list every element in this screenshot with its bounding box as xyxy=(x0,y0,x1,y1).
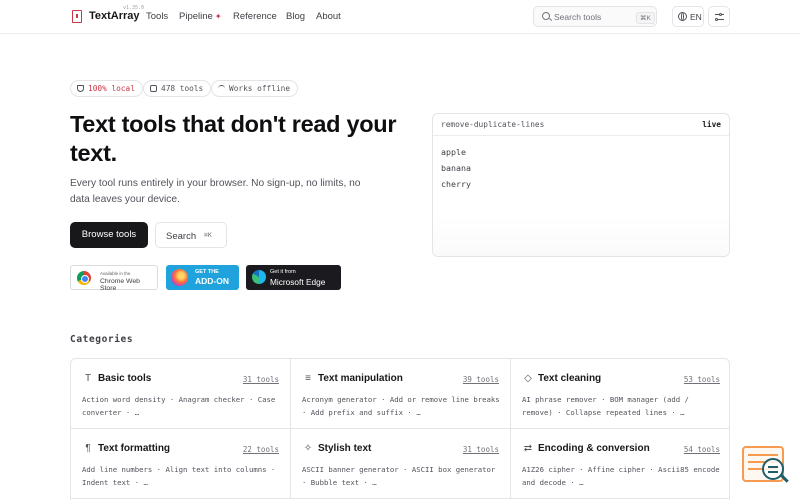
category-card-text-manipulation[interactable]: ≡ Text manipulation 39 tools Acronym gen… xyxy=(291,359,511,429)
edge-badge-main: Microsoft Edge xyxy=(270,277,326,287)
category-tools-list: AI phrase remover · BOM manager (add / r… xyxy=(522,395,689,417)
wifi-icon xyxy=(218,85,225,92)
firefox-badge-small: GET THE xyxy=(195,269,219,275)
nav-pipeline[interactable]: Pipeline ✦ xyxy=(179,11,222,22)
category-count[interactable]: 53 tools xyxy=(684,375,720,384)
category-card-text-cleaning[interactable]: ◇ Text cleaning 53 tools AI phrase remov… xyxy=(511,359,729,429)
top-header: TextArray v1.35.0 Tools Pipeline ✦ Refere… xyxy=(0,0,800,34)
category-card-encoding-conversion[interactable]: ⇄ Encoding & conversion 54 tools A1Z26 c… xyxy=(511,429,729,499)
category-tools-list: A1Z26 cipher · Affine cipher · Ascii85 e… xyxy=(522,465,720,487)
badge-offline: Works offline xyxy=(211,80,299,97)
type-icon: T xyxy=(84,373,92,384)
categories-grid: T Basic tools 31 tools Action word densi… xyxy=(70,358,730,500)
sparkles-icon: ✧ xyxy=(303,443,313,454)
category-count[interactable]: 39 tools xyxy=(463,375,499,384)
category-title: Text cleaning xyxy=(538,373,602,384)
firefox-badge-main: ADD-ON xyxy=(195,276,229,286)
category-title: Text manipulation xyxy=(318,373,403,384)
category-card-text-formatting[interactable]: ¶ Text formatting 22 tools Add line numb… xyxy=(71,429,291,499)
search-shortcut-hint: ⌘K xyxy=(636,12,655,24)
nav-pipeline-label: Pipeline xyxy=(179,11,213,22)
demo-line[interactable]: banana xyxy=(441,163,471,173)
badge-tool-count-label: 478 tools xyxy=(161,84,204,93)
pilcrow-icon: ¶ xyxy=(85,443,91,454)
category-title: Stylish text xyxy=(318,443,372,454)
shield-icon xyxy=(77,85,84,92)
category-tools-list: Add line numbers · Align text into colum… xyxy=(82,465,276,487)
layers-icon xyxy=(150,85,157,92)
nav-blog[interactable]: Blog xyxy=(286,11,305,22)
hero-search-shortcut: ⌘K xyxy=(204,231,212,239)
category-title: Basic tools xyxy=(98,373,152,384)
browse-tools-button[interactable]: Browse tools xyxy=(70,222,148,248)
textarray-logo-icon[interactable] xyxy=(72,10,82,23)
category-tools-list: Acronym generator · Add or remove line b… xyxy=(302,395,500,417)
chrome-badge-small: Available in the xyxy=(100,271,131,276)
nav-reference[interactable]: Reference xyxy=(233,11,277,22)
floating-help-widget[interactable] xyxy=(742,446,790,490)
chrome-web-store-badge[interactable]: Available in the Chrome Web Store xyxy=(70,265,158,292)
eraser-icon: ◇ xyxy=(524,373,532,384)
language-button[interactable]: EN xyxy=(672,6,704,27)
nav-about[interactable]: About xyxy=(316,11,341,22)
category-count[interactable]: 54 tools xyxy=(684,445,720,454)
nav-tools[interactable]: Tools xyxy=(146,11,168,22)
firefox-addon-badge[interactable]: GET THE ADD-ON xyxy=(166,265,239,290)
lines-icon: ≡ xyxy=(305,373,311,384)
category-count[interactable]: 22 tools xyxy=(243,445,279,454)
microsoft-edge-badge[interactable]: Get it from Microsoft Edge xyxy=(246,265,341,290)
language-label: EN xyxy=(690,12,702,22)
header-search-input[interactable]: Search tools ⌘K xyxy=(533,6,657,27)
categories-heading: Categories xyxy=(70,334,134,345)
logo-text[interactable]: TextArray xyxy=(89,10,140,22)
badge-tool-count: 478 tools xyxy=(143,80,212,97)
category-count[interactable]: 31 tools xyxy=(243,375,279,384)
demo-tool-name: remove-duplicate-lines xyxy=(441,120,545,129)
edge-badge-small: Get it from xyxy=(270,269,296,275)
category-card-stylish-text[interactable]: ✧ Stylish text 31 tools ASCII banner gen… xyxy=(291,429,511,499)
sparkle-icon: ✦ xyxy=(214,12,222,21)
category-title: Text formatting xyxy=(98,443,171,454)
chrome-badge-main: Chrome Web Store xyxy=(100,278,140,292)
live-demo-panel: remove-duplicate-lines live apple banana… xyxy=(432,113,730,257)
edge-logo-icon xyxy=(252,270,266,284)
firefox-logo-icon xyxy=(171,269,188,286)
search-icon xyxy=(542,12,550,20)
hero-title: Text tools that don't read your text. xyxy=(70,111,397,166)
version-label: v1.35.0 xyxy=(123,5,145,11)
arrows-exchange-icon: ⇄ xyxy=(523,443,533,454)
hero-subtitle: Every tool runs entirely in your browser… xyxy=(70,178,361,205)
category-count[interactable]: 31 tools xyxy=(463,445,499,454)
chrome-logo-icon xyxy=(77,271,91,285)
hero-search-label: Search xyxy=(166,231,197,242)
demo-status: live xyxy=(702,120,721,129)
settings-button[interactable] xyxy=(708,6,730,27)
category-tools-list: Action word density · Anagram checker · … xyxy=(82,395,276,417)
demo-line[interactable]: cherry xyxy=(441,179,471,189)
search-placeholder: Search tools xyxy=(554,12,602,22)
demo-line[interactable]: apple xyxy=(441,147,466,157)
category-card-basic-tools[interactable]: T Basic tools 31 tools Action word densi… xyxy=(71,359,291,429)
badge-offline-label: Works offline xyxy=(229,84,291,93)
demo-fade xyxy=(433,216,729,256)
globe-icon xyxy=(678,12,687,21)
hero-search-button[interactable]: Search ⌘K xyxy=(155,222,227,248)
category-tools-list: ASCII banner generator · ASCII box gener… xyxy=(302,465,496,487)
demo-header: remove-duplicate-lines live xyxy=(433,114,729,136)
badge-local: 100% local xyxy=(70,80,143,97)
badge-local-label: 100% local xyxy=(88,84,135,93)
category-title: Encoding & conversion xyxy=(538,443,650,454)
